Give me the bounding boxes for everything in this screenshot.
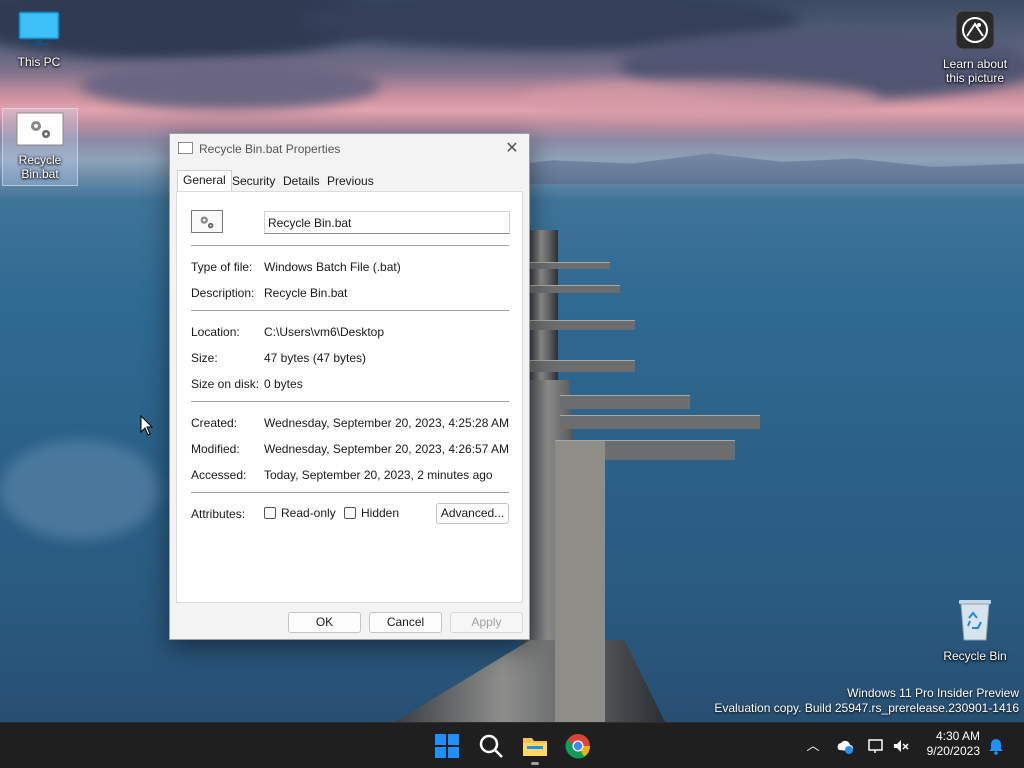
plank	[560, 415, 760, 429]
notifications-button[interactable]	[986, 736, 1006, 756]
clock-date: 9/20/2023	[926, 744, 980, 758]
desktop-icon-label: Learn about this picture	[942, 57, 1008, 85]
checkbox-box[interactable]	[264, 507, 276, 519]
bell-icon	[989, 739, 1003, 755]
cancel-button[interactable]: Cancel	[369, 612, 442, 633]
size-value: 47 bytes (47 bytes)	[264, 351, 367, 365]
tab-security[interactable]: Security	[227, 172, 280, 192]
onedrive-tray-button[interactable]	[835, 736, 855, 756]
divider	[191, 401, 509, 402]
network-tray-button[interactable]	[866, 736, 886, 756]
accessed-value: Today, September 20, 2023, 2 minutes ago	[264, 468, 493, 482]
description-value: Recycle Bin.bat	[264, 286, 348, 300]
running-indicator	[531, 762, 539, 765]
tab-details[interactable]: Details	[278, 172, 325, 192]
plank	[530, 285, 620, 293]
type-value: Windows Batch File (.bat)	[264, 260, 401, 274]
hidden-checkbox[interactable]: Hidden	[344, 506, 399, 520]
batch-file-icon	[178, 142, 193, 154]
camera-info-icon	[955, 10, 995, 50]
readonly-checkbox[interactable]: Read-only	[264, 506, 336, 520]
ok-button[interactable]: OK	[288, 612, 361, 633]
dialog-titlebar[interactable]: Recycle Bin.bat Properties ✕	[170, 134, 529, 164]
created-value: Wednesday, September 20, 2023, 4:25:28 A…	[264, 416, 510, 430]
cloud	[520, 80, 880, 120]
location-label: Location:	[191, 325, 240, 339]
watermark-build: Evaluation copy. Build 25947.rs_prerelea…	[714, 701, 1019, 715]
recycle-bin-icon	[959, 600, 991, 641]
plank	[560, 395, 690, 409]
desktop-icon-learn-about-picture[interactable]: Learn about this picture	[937, 10, 1013, 85]
dialog-title: Recycle Bin.bat Properties	[199, 142, 341, 156]
desktop-icon-label: This PC	[17, 55, 61, 69]
close-icon: ✕	[505, 140, 519, 157]
type-label: Type of file:	[191, 260, 253, 274]
desktop-icon-label: Recycle Bin.bat	[18, 153, 62, 181]
taskbar: ︿ 4:30 AM 9/20/2023	[0, 722, 1024, 768]
readonly-label: Read-only	[281, 506, 336, 520]
location-value: C:\Users\vm6\Desktop	[264, 325, 385, 339]
general-panel: Type of file: Windows Batch File (.bat) …	[176, 191, 523, 603]
properties-dialog[interactable]: Recycle Bin.bat Properties ✕ General Sec…	[169, 133, 530, 640]
search-icon	[479, 734, 503, 758]
desktop-icon-recycle-bin[interactable]: Recycle Bin	[937, 598, 1013, 663]
size-label: Size:	[191, 351, 218, 365]
watermark-edition: Windows 11 Pro Insider Preview	[847, 686, 1019, 700]
description-label: Description:	[191, 286, 255, 300]
folder-icon	[523, 738, 547, 756]
accessed-label: Accessed:	[191, 468, 247, 482]
divider	[191, 245, 509, 246]
close-button[interactable]: ✕	[501, 138, 523, 160]
network-icon	[868, 739, 883, 753]
attributes-label: Attributes:	[191, 507, 246, 521]
start-button[interactable]	[432, 731, 462, 761]
speaker-muted-icon	[894, 740, 909, 752]
taskbar-clock[interactable]: 4:30 AM 9/20/2023	[927, 729, 980, 759]
size-on-disk-label: Size on disk:	[191, 377, 260, 391]
cloud-icon	[837, 740, 853, 754]
chrome-icon	[565, 734, 590, 759]
pier	[530, 230, 558, 380]
advanced-button[interactable]: Advanced...	[436, 503, 509, 524]
plank	[555, 440, 605, 722]
chevron-up-icon: ︿	[806, 738, 820, 753]
mouse-cursor-icon	[140, 415, 154, 436]
batch-file-icon	[16, 112, 64, 146]
search-button[interactable]	[476, 731, 506, 761]
desktop-icon-this-pc[interactable]: This PC	[1, 10, 77, 69]
desktop-icon-label: Recycle Bin	[943, 649, 1007, 663]
modified-label: Modified:	[191, 442, 240, 456]
size-on-disk-value: 0 bytes	[264, 377, 303, 391]
clock-time: 4:30 AM	[935, 729, 980, 743]
created-label: Created:	[191, 416, 238, 430]
chrome-button[interactable]	[563, 731, 593, 761]
batch-file-icon	[191, 210, 223, 233]
file-explorer-button[interactable]	[520, 731, 550, 765]
volume-tray-button[interactable]	[891, 736, 911, 756]
tab-general[interactable]: General	[177, 170, 232, 192]
pier	[395, 640, 665, 722]
plank	[530, 262, 610, 269]
plank	[530, 320, 635, 330]
modified-value: Wednesday, September 20, 2023, 4:26:57 A…	[264, 442, 510, 456]
file-name-input[interactable]	[264, 211, 510, 234]
water-reflection	[0, 440, 160, 540]
divider	[191, 492, 509, 493]
windows-logo-icon	[435, 734, 459, 758]
apply-button[interactable]: Apply	[450, 612, 523, 633]
tab-previous-versions[interactable]: Previous Versions	[322, 172, 379, 206]
hidden-label: Hidden	[361, 506, 400, 520]
cloud	[80, 60, 380, 110]
checkbox-box[interactable]	[344, 507, 356, 519]
show-hidden-icons-button[interactable]: ︿	[803, 736, 823, 756]
divider	[191, 310, 509, 311]
monitor-icon	[18, 11, 60, 46]
desktop-icon-recycle-bin-bat[interactable]: Recycle Bin.bat	[2, 108, 78, 186]
plank	[590, 440, 735, 460]
plank	[530, 360, 635, 372]
